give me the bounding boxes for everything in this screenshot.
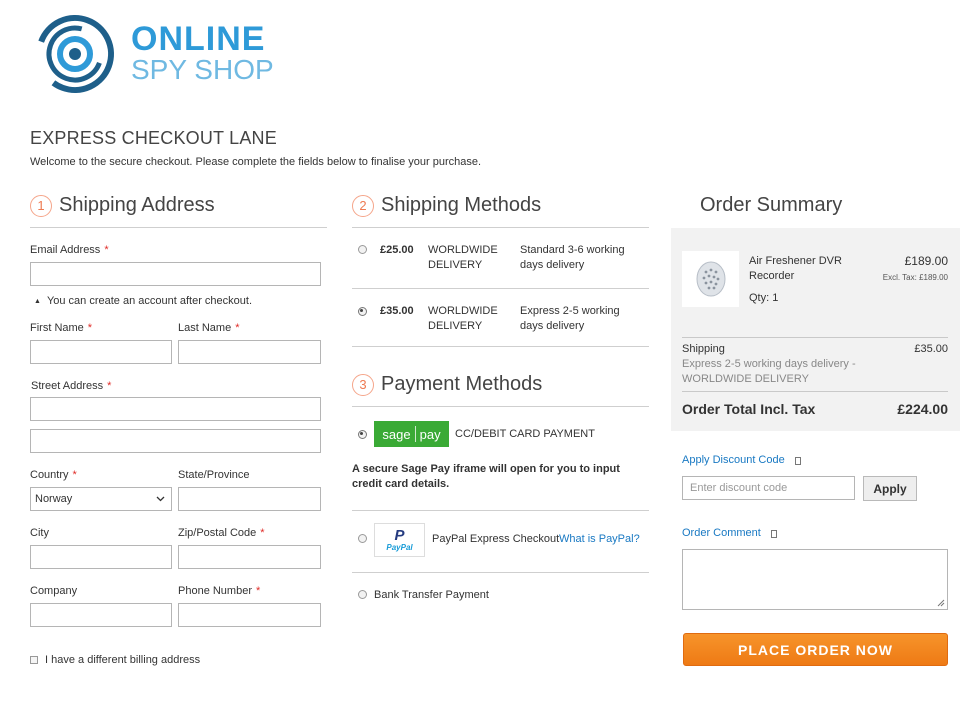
shipping-carrier: WORLDWIDE DELIVERY — [428, 305, 498, 332]
page-title: EXPRESS CHECKOUT LANE — [30, 128, 277, 148]
zip-label: Zip/Postal Code * — [178, 527, 265, 539]
apply-discount-button[interactable]: Apply — [863, 476, 917, 501]
payment-methods-heading: 3 Payment Methods — [352, 373, 542, 396]
state-field[interactable] — [178, 487, 321, 511]
divider — [352, 227, 649, 228]
product-excl-tax: Excl. Tax: £189.00 — [882, 273, 948, 282]
product-qty: Qty: 1 — [749, 292, 779, 304]
shipping-description: Standard 3-6 working days delivery — [520, 244, 625, 271]
sagepay-note: A secure Sage Pay iframe will open for y… — [352, 463, 620, 490]
apply-discount-toggle[interactable]: Apply Discount Code — [682, 453, 801, 468]
divider — [352, 288, 649, 289]
country-label: Country * — [30, 469, 77, 481]
sagepay-label[interactable]: CC/DEBIT CARD PAYMENT — [455, 427, 595, 442]
last-name-label: Last Name * — [178, 322, 240, 334]
shipping-price: £35.00 — [380, 305, 414, 317]
shipping-methods-heading: 2 Shipping Methods — [352, 194, 541, 217]
sagepay-logo: sage pay — [374, 421, 449, 447]
step-number-1: 1 — [30, 194, 52, 217]
chevron-down-icon — [156, 493, 165, 505]
paypal-label[interactable]: PayPal Express Checkout — [432, 532, 559, 547]
logo-text-spy-shop: SPY SHOP — [131, 54, 274, 85]
shipping-radio-express[interactable] — [358, 307, 367, 316]
paypal-logo: P PayPal — [374, 523, 425, 557]
city-field[interactable] — [30, 545, 172, 569]
divider — [352, 572, 649, 573]
step-number-3: 3 — [352, 373, 374, 396]
divider — [352, 510, 649, 511]
order-comment-textarea[interactable] — [682, 549, 948, 610]
payment-radio-bank[interactable] — [358, 590, 367, 599]
divider — [30, 227, 327, 228]
email-field[interactable] — [30, 262, 321, 286]
first-name-field[interactable] — [30, 340, 172, 364]
company-label: Company — [30, 585, 78, 597]
product-thumbnail[interactable] — [682, 251, 739, 307]
shipping-summary-desc: Express 2-5 working days delivery - WORL… — [682, 358, 856, 385]
shipping-radio-standard[interactable] — [358, 245, 367, 254]
payment-radio-sagepay[interactable] — [358, 430, 367, 439]
email-label: Email Address * — [30, 244, 109, 256]
divider — [682, 337, 948, 338]
phone-field[interactable] — [178, 603, 321, 627]
step-number-2: 2 — [352, 194, 374, 217]
shipping-price: £25.00 — [380, 244, 414, 256]
chevron-toggle-icon — [794, 456, 801, 465]
country-select[interactable]: Norway — [30, 487, 172, 511]
divider — [352, 406, 649, 407]
shipping-summary-amount: £35.00 — [914, 343, 948, 355]
state-label: State/Province — [178, 469, 250, 481]
shipping-address-heading: 1 Shipping Address — [30, 194, 215, 217]
shipping-summary-label: Shipping — [682, 343, 725, 355]
triangle-up-icon: ▲ — [34, 297, 41, 305]
first-name-label: First Name * — [30, 322, 93, 334]
payment-methods-title: Payment Methods — [381, 373, 543, 395]
product-price: £189.00 — [904, 254, 948, 268]
shipping-methods-title: Shipping Methods — [381, 194, 542, 216]
zip-field[interactable] — [178, 545, 321, 569]
chevron-toggle-icon — [770, 529, 777, 538]
discount-code-input[interactable]: Enter discount code — [682, 476, 855, 500]
order-summary-title: Order Summary — [700, 194, 843, 216]
resize-handle-icon[interactable] — [937, 599, 945, 607]
divider — [352, 346, 649, 347]
logo-icon[interactable] — [30, 14, 120, 94]
bank-transfer-label[interactable]: Bank Transfer Payment — [374, 588, 489, 603]
product-name[interactable]: Air Freshener DVR Recorder — [749, 254, 842, 284]
paypal-p-icon: P — [394, 527, 405, 544]
shipping-carrier: WORLDWIDE DELIVERY — [428, 244, 498, 271]
street-field-1[interactable] — [30, 397, 321, 421]
divider — [682, 391, 948, 392]
phone-label: Phone Number * — [178, 585, 261, 597]
billing-checkbox[interactable] — [30, 656, 38, 664]
country-value: Norway — [35, 493, 73, 505]
place-order-button[interactable]: PLACE ORDER NOW — [683, 633, 948, 666]
city-label: City — [30, 527, 49, 539]
account-note: ▲ You can create an account after checko… — [34, 295, 253, 307]
shipping-description: Express 2-5 working days delivery — [520, 305, 620, 332]
logo-text-online: ONLINE — [131, 20, 266, 58]
street-label: Street Address * — [31, 380, 112, 392]
billing-checkbox-label[interactable]: I have a different billing address — [45, 654, 200, 666]
shipping-address-title: Shipping Address — [59, 194, 215, 216]
what-is-paypal-link[interactable]: What is PayPal? — [559, 532, 640, 547]
last-name-field[interactable] — [178, 340, 321, 364]
street-field-2[interactable] — [30, 429, 321, 453]
payment-radio-paypal[interactable] — [358, 534, 367, 543]
company-field[interactable] — [30, 603, 172, 627]
order-comment-toggle[interactable]: Order Comment — [682, 526, 777, 541]
order-total-label: Order Total Incl. Tax — [682, 401, 816, 417]
order-total-amount: £224.00 — [897, 401, 948, 417]
page-subtitle: Welcome to the secure checkout. Please c… — [30, 156, 482, 168]
